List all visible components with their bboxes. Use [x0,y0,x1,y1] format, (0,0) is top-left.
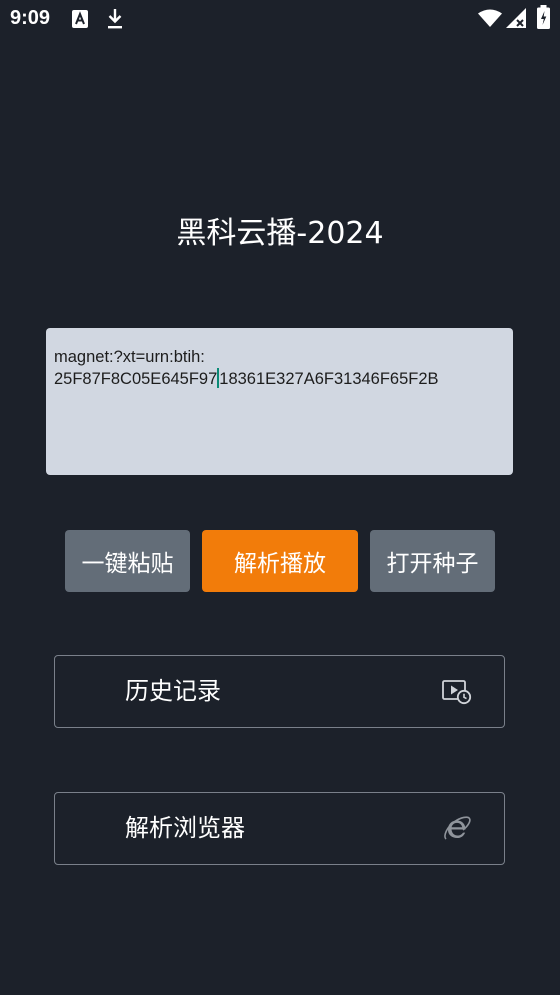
text-a-icon [72,10,88,28]
history-label: 历史记录 [125,677,221,705]
history-card[interactable]: 历史记录 [54,655,505,728]
internet-explorer-icon [444,816,471,840]
open-torrent-button[interactable]: 打开种子 [370,530,495,592]
signal-icon [506,8,526,28]
magnet-link-text-after-caret: 18361E327A6F31346F65F2B [219,370,439,388]
parse-play-button-label: 解析播放 [234,551,326,577]
magnet-link-text-before-caret: magnet:?xt=urn:btih: 25F87F8C05E645F97 [54,348,218,388]
paste-button-label: 一键粘贴 [81,551,174,577]
video-history-icon [442,680,472,705]
open-torrent-button-label: 打开种子 [386,551,479,577]
magnet-link-input[interactable]: magnet:?xt=urn:btih: 25F87F8C05E645F97 18… [46,328,513,475]
browser-card[interactable]: 解析浏览器 [54,792,505,865]
status-time: 9:09 [10,7,51,29]
battery-icon [537,5,550,29]
screen: 9:09 黑科云播-2024 magnet:?xt=urn:btih: 25F8… [0,0,560,995]
download-icon [108,9,122,29]
app-title: 黑科云播-2024 [176,216,384,251]
parse-play-button[interactable]: 解析播放 [202,530,358,592]
wifi-icon [478,9,502,27]
status-bar: 9:09 [0,0,560,38]
paste-button[interactable]: 一键粘贴 [65,530,190,592]
browser-label: 解析浏览器 [125,814,245,842]
